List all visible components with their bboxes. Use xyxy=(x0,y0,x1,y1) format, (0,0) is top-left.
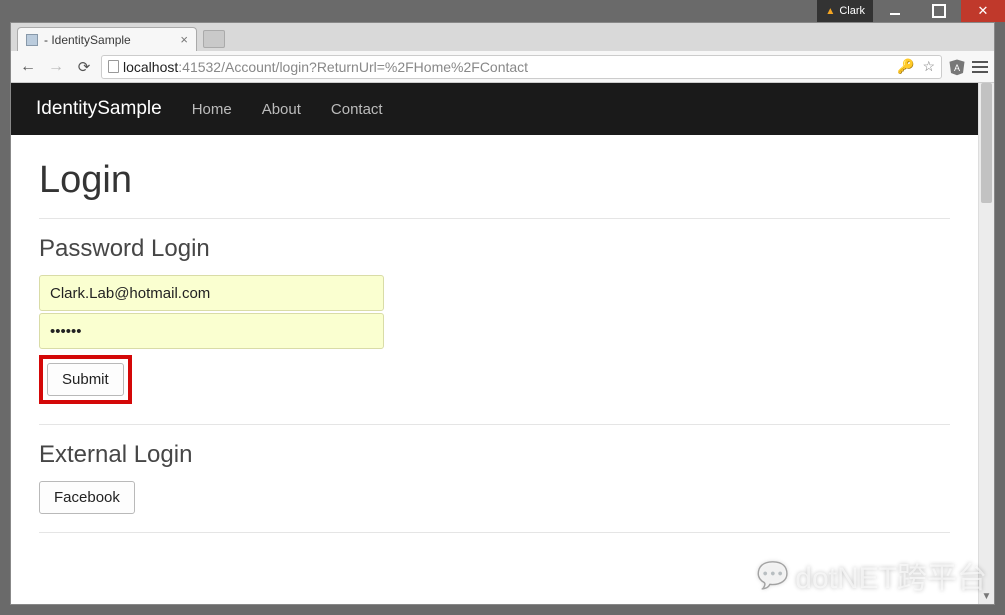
scroll-thumb[interactable] xyxy=(981,83,992,203)
nav-link-contact[interactable]: Contact xyxy=(331,101,383,118)
email-field[interactable] xyxy=(39,275,384,311)
password-field[interactable] xyxy=(39,313,384,349)
os-user-label: Clark xyxy=(839,5,865,17)
tab-favicon xyxy=(26,34,38,46)
angular-extension-icon[interactable]: A xyxy=(948,58,966,76)
password-login-heading: Password Login xyxy=(39,235,950,263)
window-close-button[interactable] xyxy=(961,0,1005,22)
back-button[interactable]: ← xyxy=(17,56,39,78)
window-maximize-button[interactable] xyxy=(917,0,961,22)
scroll-down-icon[interactable]: ▼ xyxy=(979,588,994,604)
browser-window: - IdentitySample × ← → ⟳ localhost:41532… xyxy=(10,22,995,605)
submit-button[interactable]: Submit xyxy=(47,363,124,396)
tab-title: - IdentitySample xyxy=(44,33,131,47)
site-navbar: IdentitySample Home About Contact xyxy=(11,83,978,135)
nav-link-about[interactable]: About xyxy=(262,101,301,118)
svg-text:A: A xyxy=(954,62,960,72)
window-minimize-button[interactable] xyxy=(873,0,917,22)
os-user-badge[interactable]: ▲ Clark xyxy=(817,0,873,22)
reload-button[interactable]: ⟳ xyxy=(73,56,95,78)
key-icon[interactable]: 🔑 xyxy=(897,58,914,75)
vertical-scrollbar[interactable]: ▲ ▼ xyxy=(978,83,994,604)
nav-link-home[interactable]: Home xyxy=(192,101,232,118)
page-title: Login xyxy=(39,159,950,202)
star-icon[interactable]: ☆ xyxy=(922,58,935,75)
os-titlebar: ▲ Clark xyxy=(0,0,1005,22)
warning-icon: ▲ xyxy=(825,6,835,17)
navbar-brand[interactable]: IdentitySample xyxy=(36,98,162,120)
page-icon xyxy=(108,60,119,73)
page-content: IdentitySample Home About Contact Login … xyxy=(11,83,978,604)
submit-highlight-box: Submit xyxy=(39,355,132,404)
forward-button[interactable]: → xyxy=(45,56,67,78)
browser-tab[interactable]: - IdentitySample × xyxy=(17,27,197,51)
address-bar[interactable]: localhost:41532/Account/login?ReturnUrl=… xyxy=(101,55,942,79)
external-login-heading: External Login xyxy=(39,441,950,469)
browser-menu-button[interactable] xyxy=(972,61,988,73)
divider xyxy=(39,424,950,425)
divider xyxy=(39,532,950,533)
tab-strip: - IdentitySample × xyxy=(11,23,994,51)
browser-toolbar: ← → ⟳ localhost:41532/Account/login?Retu… xyxy=(11,51,994,83)
url-text: localhost:41532/Account/login?ReturnUrl=… xyxy=(123,59,528,75)
facebook-login-button[interactable]: Facebook xyxy=(39,481,135,514)
divider xyxy=(39,218,950,219)
new-tab-button[interactable] xyxy=(203,30,225,48)
viewport: IdentitySample Home About Contact Login … xyxy=(11,83,994,604)
tab-close-icon[interactable]: × xyxy=(180,32,188,47)
